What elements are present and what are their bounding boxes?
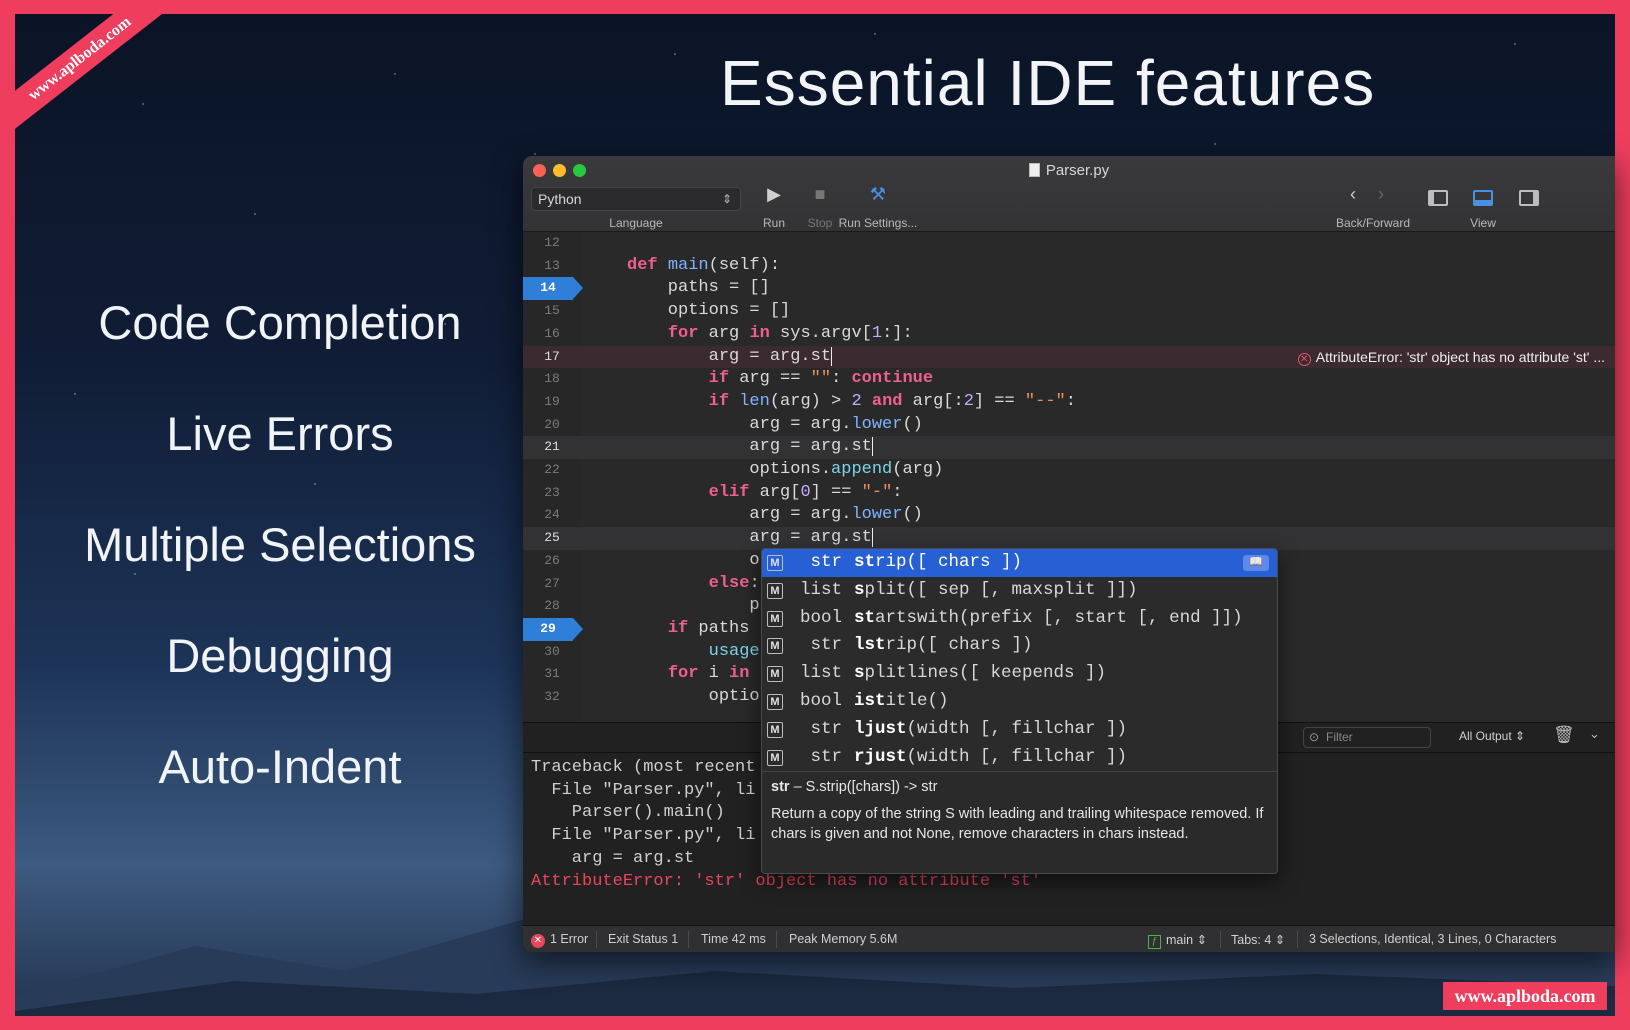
completion-doc: str – S.strip([chars]) -> str Return a c… xyxy=(762,771,1277,873)
code-line: 16 for arg in sys.argv[1:]: xyxy=(544,323,913,343)
selection-info: 3 Selections, Identical, 3 Lines, 0 Char… xyxy=(1309,932,1557,946)
method-icon: M xyxy=(767,638,783,655)
bottom-panel-icon[interactable] xyxy=(1473,190,1493,206)
run-time: Time 42 ms xyxy=(701,932,766,946)
feature-live-errors: Live Errors xyxy=(166,407,394,460)
toolbar: Parser.py Python ⇕ Language ▶ Run ■ Stop … xyxy=(523,156,1615,232)
back-icon[interactable]: ‹ xyxy=(1343,184,1363,205)
method-icon: M xyxy=(767,721,783,738)
wrench-icon[interactable]: ⚒ xyxy=(863,184,893,205)
method-icon: M xyxy=(767,749,783,766)
run-settings-label: Run Settings... xyxy=(838,216,918,230)
forward-icon[interactable]: › xyxy=(1371,184,1391,205)
feature-multiple-selections: Multiple Selections xyxy=(84,518,476,571)
status-bar: ✕ 1 Error Exit Status 1 Time 42 ms Peak M… xyxy=(523,925,1615,952)
live-error-message[interactable]: ✕ AttributeError: 'str' object has no att… xyxy=(1297,346,1605,369)
method-icon: M xyxy=(767,610,783,627)
completion-item[interactable]: Mlist splitlines([ keepends ]) xyxy=(762,660,1277,688)
code-line: 19 if len(arg) > 2 and arg[:2] == "--": xyxy=(544,391,1076,411)
window-title: Parser.py xyxy=(523,162,1615,179)
filter-input[interactable]: Filter xyxy=(1303,727,1431,748)
left-panel-icon[interactable] xyxy=(1428,190,1448,206)
code-line: 23 elif arg[0] == "-": xyxy=(544,482,903,502)
code-line: 15 options = [] xyxy=(544,301,791,321)
back-forward-label: Back/Forward xyxy=(1335,216,1411,230)
stop-button[interactable]: ■ xyxy=(805,184,835,205)
code-line: 14 paths = [] xyxy=(523,277,1615,301)
file-icon xyxy=(1028,163,1040,177)
run-button[interactable]: ▶ xyxy=(759,184,789,205)
code-line-selected: 25 arg = arg.st xyxy=(523,527,1615,550)
completion-item[interactable]: Mbool startswith(prefix [, start [, end ]… xyxy=(762,605,1277,633)
code-line: 20 arg = arg.lower() xyxy=(544,414,923,434)
function-icon: ƒ xyxy=(1148,935,1161,949)
language-label: Language xyxy=(609,216,663,230)
headline: Essential IDE features xyxy=(720,47,1376,119)
tabs-select[interactable]: Tabs: 4 ⇕ xyxy=(1231,932,1285,947)
code-line: 18 if arg == "": continue xyxy=(544,369,934,389)
peak-memory: Peak Memory 5.6M xyxy=(789,932,898,946)
breakpoint-marker[interactable]: 29 xyxy=(523,617,583,641)
feature-debugging: Debugging xyxy=(166,629,394,682)
feature-code-completion: Code Completion xyxy=(98,296,462,349)
code-line: 13 def main(self): xyxy=(544,255,781,275)
code-line-selected: 21 arg = arg.st xyxy=(523,436,1615,459)
error-icon: ✕ xyxy=(1297,352,1311,366)
output-select[interactable]: All Output ⇕ xyxy=(1459,729,1525,743)
feature-list: Code Completion Live Errors Multiple Sel… xyxy=(40,295,520,850)
chevron-down-icon[interactable]: ⌄ xyxy=(1589,726,1600,742)
error-icon: ✕ xyxy=(531,934,545,948)
method-icon: M xyxy=(767,693,783,710)
method-icon: M xyxy=(767,555,783,571)
completion-item[interactable]: Mstr strip([ chars ]) 📖 xyxy=(762,549,1277,577)
feature-auto-indent: Auto-Indent xyxy=(158,740,402,793)
code-line: 22 options.append(arg) xyxy=(544,460,944,479)
code-line: 24 arg = arg.lower() xyxy=(544,505,923,525)
exit-status: Exit Status 1 xyxy=(608,932,679,946)
trash-icon[interactable]: 🗑 xyxy=(1553,725,1575,745)
updown-chevron-icon: ⇕ xyxy=(721,192,732,206)
completion-item[interactable]: Mstr rjust(width [, fillchar ]) xyxy=(762,744,1277,772)
function-select[interactable]: ƒ main ⇕ xyxy=(1148,932,1207,949)
language-select[interactable]: Python ⇕ xyxy=(531,187,741,211)
completion-item[interactable]: Mbool istitle() xyxy=(762,688,1277,716)
completion-item[interactable]: Mstr ljust(width [, fillchar ]) xyxy=(762,716,1277,744)
book-icon[interactable]: 📖 xyxy=(1243,555,1269,571)
error-count[interactable]: ✕ 1 Error xyxy=(531,932,588,948)
completion-item[interactable]: Mlist split([ sep [, maxsplit ]]) xyxy=(762,577,1277,605)
right-panel-icon[interactable] xyxy=(1519,190,1539,206)
method-icon: M xyxy=(767,666,783,683)
view-label: View xyxy=(1470,216,1496,230)
breakpoint-marker[interactable]: 14 xyxy=(523,277,583,301)
watermark-bottom: www.aplboda.com xyxy=(1443,982,1607,1010)
completion-popup: Mstr strip([ chars ]) 📖 Mlist split([ sep [… xyxy=(761,548,1278,874)
run-label: Run xyxy=(762,216,785,230)
code-line-error: 17 arg = arg.st ✕ AttributeError: 'str' ob… xyxy=(523,345,1615,369)
code-line: 12 xyxy=(544,235,560,250)
completion-item[interactable]: Mstr lstrip([ chars ]) xyxy=(762,632,1277,660)
method-icon: M xyxy=(767,582,783,599)
